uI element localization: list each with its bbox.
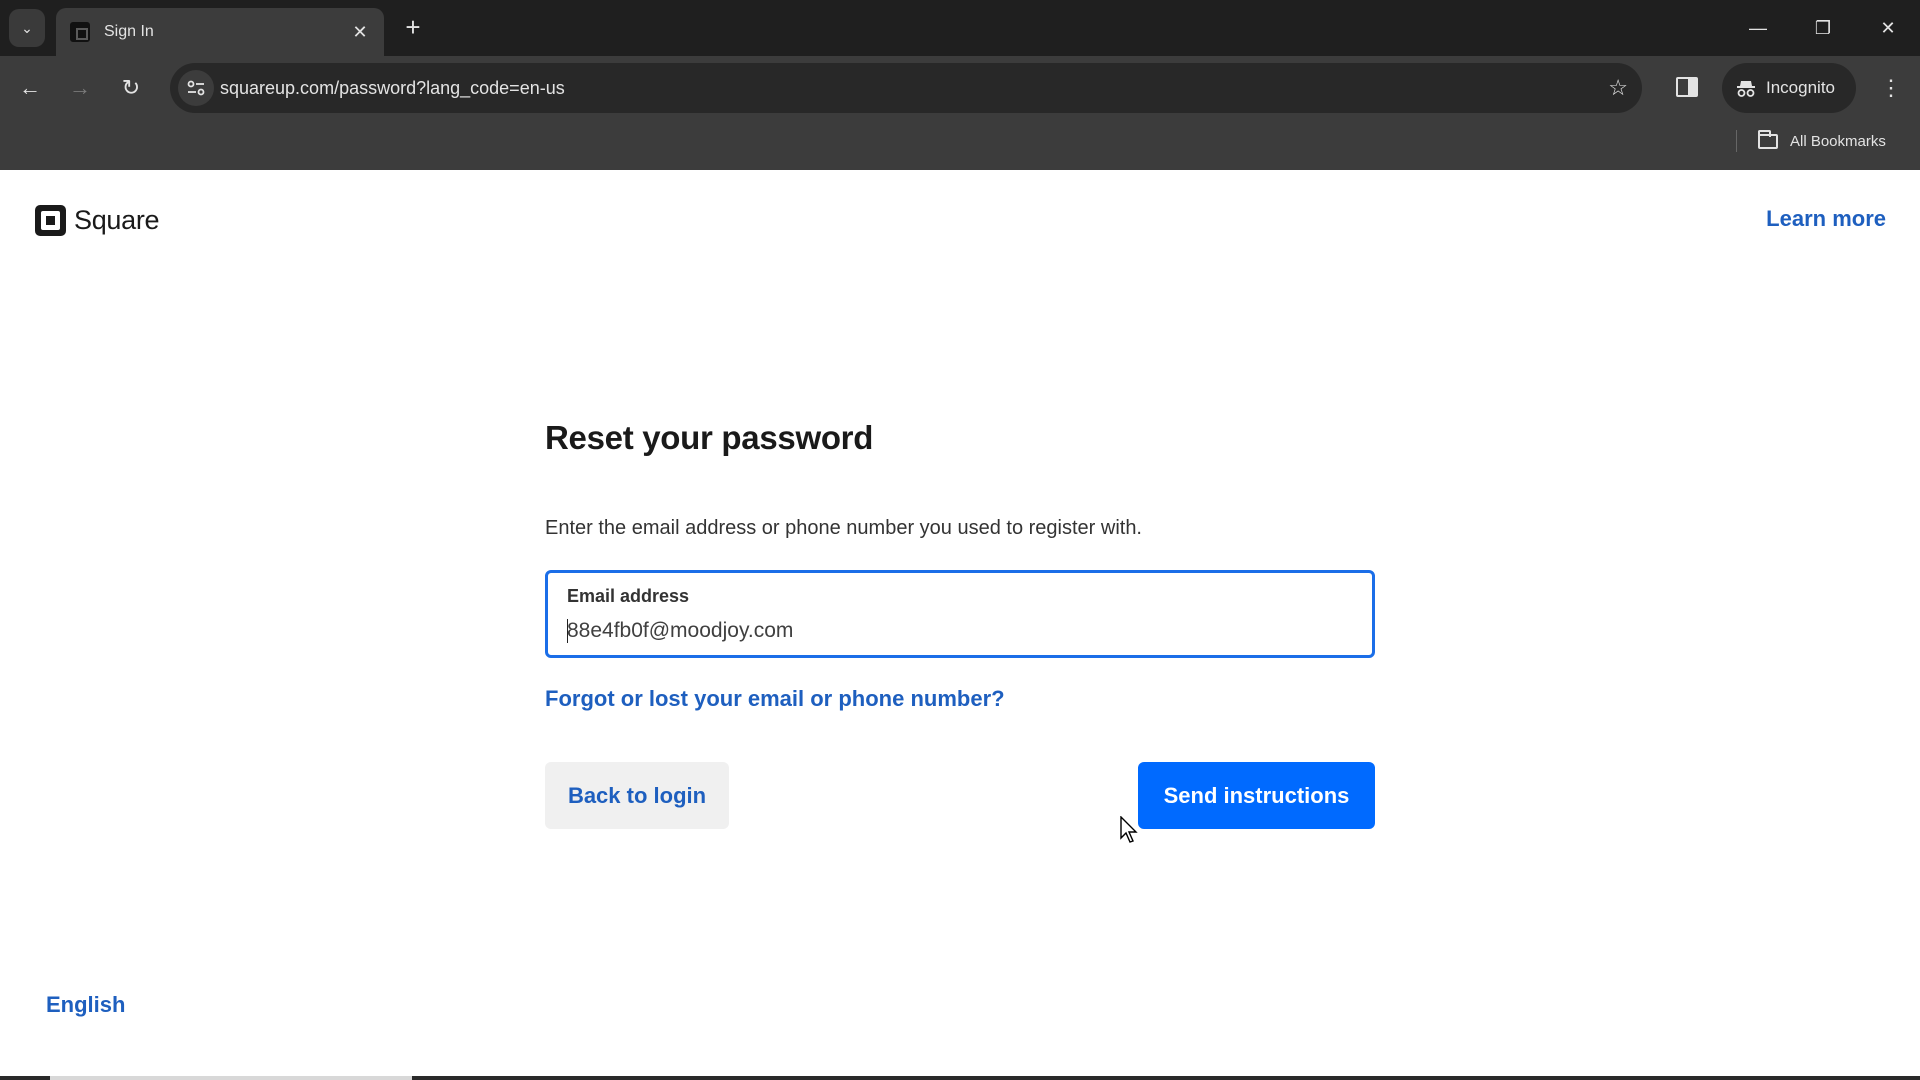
browser-menu-button[interactable]: ⋮ <box>1876 70 1906 106</box>
bookmarks-separator <box>1736 130 1737 152</box>
all-bookmarks-button[interactable]: All Bookmarks <box>1758 126 1886 156</box>
forward-button[interactable]: → <box>62 70 98 106</box>
tab-search-button[interactable]: ⌄ <box>9 9 45 47</box>
back-button[interactable]: ← <box>12 70 48 106</box>
reload-button[interactable]: ↻ <box>113 70 149 106</box>
page-content: Square Learn more Reset your password En… <box>0 170 1920 1076</box>
minimize-button[interactable]: — <box>1738 10 1778 46</box>
bookmark-star-icon[interactable]: ☆ <box>1608 63 1628 113</box>
taskbar-segment <box>50 1076 412 1080</box>
mouse-cursor-icon <box>1120 816 1138 843</box>
address-bar[interactable]: squareup.com/password?lang_code=en-us ☆ <box>170 63 1642 113</box>
learn-more-link[interactable]: Learn more <box>1766 206 1886 232</box>
new-tab-button[interactable]: + <box>398 12 428 42</box>
square-favicon-icon <box>70 22 90 42</box>
browser-toolbar: ← → ↻ squareup.com/password?lang_code=en… <box>0 56 1920 120</box>
forgot-email-link[interactable]: Forgot or lost your email or phone numbe… <box>545 686 1005 712</box>
incognito-profile-button[interactable]: Incognito <box>1722 63 1856 113</box>
text-caret <box>567 619 568 643</box>
back-to-login-button[interactable]: Back to login <box>545 762 729 829</box>
chevron-down-icon: ⌄ <box>21 19 33 36</box>
site-info-button[interactable] <box>178 70 214 106</box>
side-panel-icon[interactable] <box>1676 77 1698 97</box>
arrow-left-icon: ← <box>19 75 41 100</box>
incognito-icon <box>1737 81 1755 97</box>
tune-icon <box>187 80 205 96</box>
browser-tab-active[interactable]: Sign In ✕ <box>56 8 384 56</box>
page-title: Reset your password <box>545 419 874 456</box>
form-description: Enter the email address or phone number … <box>545 517 1142 539</box>
browser-tab-strip: ⌄ Sign In ✕ + — ❐ ✕ <box>0 0 1920 56</box>
email-input[interactable] <box>567 617 1347 645</box>
reload-icon: ↻ <box>121 75 141 100</box>
restore-button[interactable]: ❐ <box>1803 10 1843 46</box>
email-field-label: Email address <box>567 586 690 606</box>
square-logo-icon <box>35 205 66 236</box>
square-logo[interactable]: Square <box>35 205 160 236</box>
email-field[interactable]: Email address <box>545 570 1375 658</box>
tab-title: Sign In <box>104 23 154 40</box>
all-bookmarks-label: All Bookmarks <box>1790 132 1886 150</box>
incognito-label: Incognito <box>1766 78 1835 97</box>
taskbar-edge <box>0 1076 1920 1080</box>
logo-text: Square <box>74 205 160 235</box>
send-instructions-button[interactable]: Send instructions <box>1138 762 1375 829</box>
bookmarks-bar: All Bookmarks <box>0 120 1920 170</box>
more-vertical-icon: ⋮ <box>1880 75 1902 100</box>
folder-icon <box>1758 129 1778 149</box>
arrow-right-icon: → <box>69 75 91 100</box>
close-window-button[interactable]: ✕ <box>1868 10 1908 46</box>
close-tab-icon[interactable]: ✕ <box>350 22 370 43</box>
language-selector[interactable]: English <box>46 992 125 1018</box>
url-text[interactable]: squareup.com/password?lang_code=en-us <box>220 63 565 113</box>
